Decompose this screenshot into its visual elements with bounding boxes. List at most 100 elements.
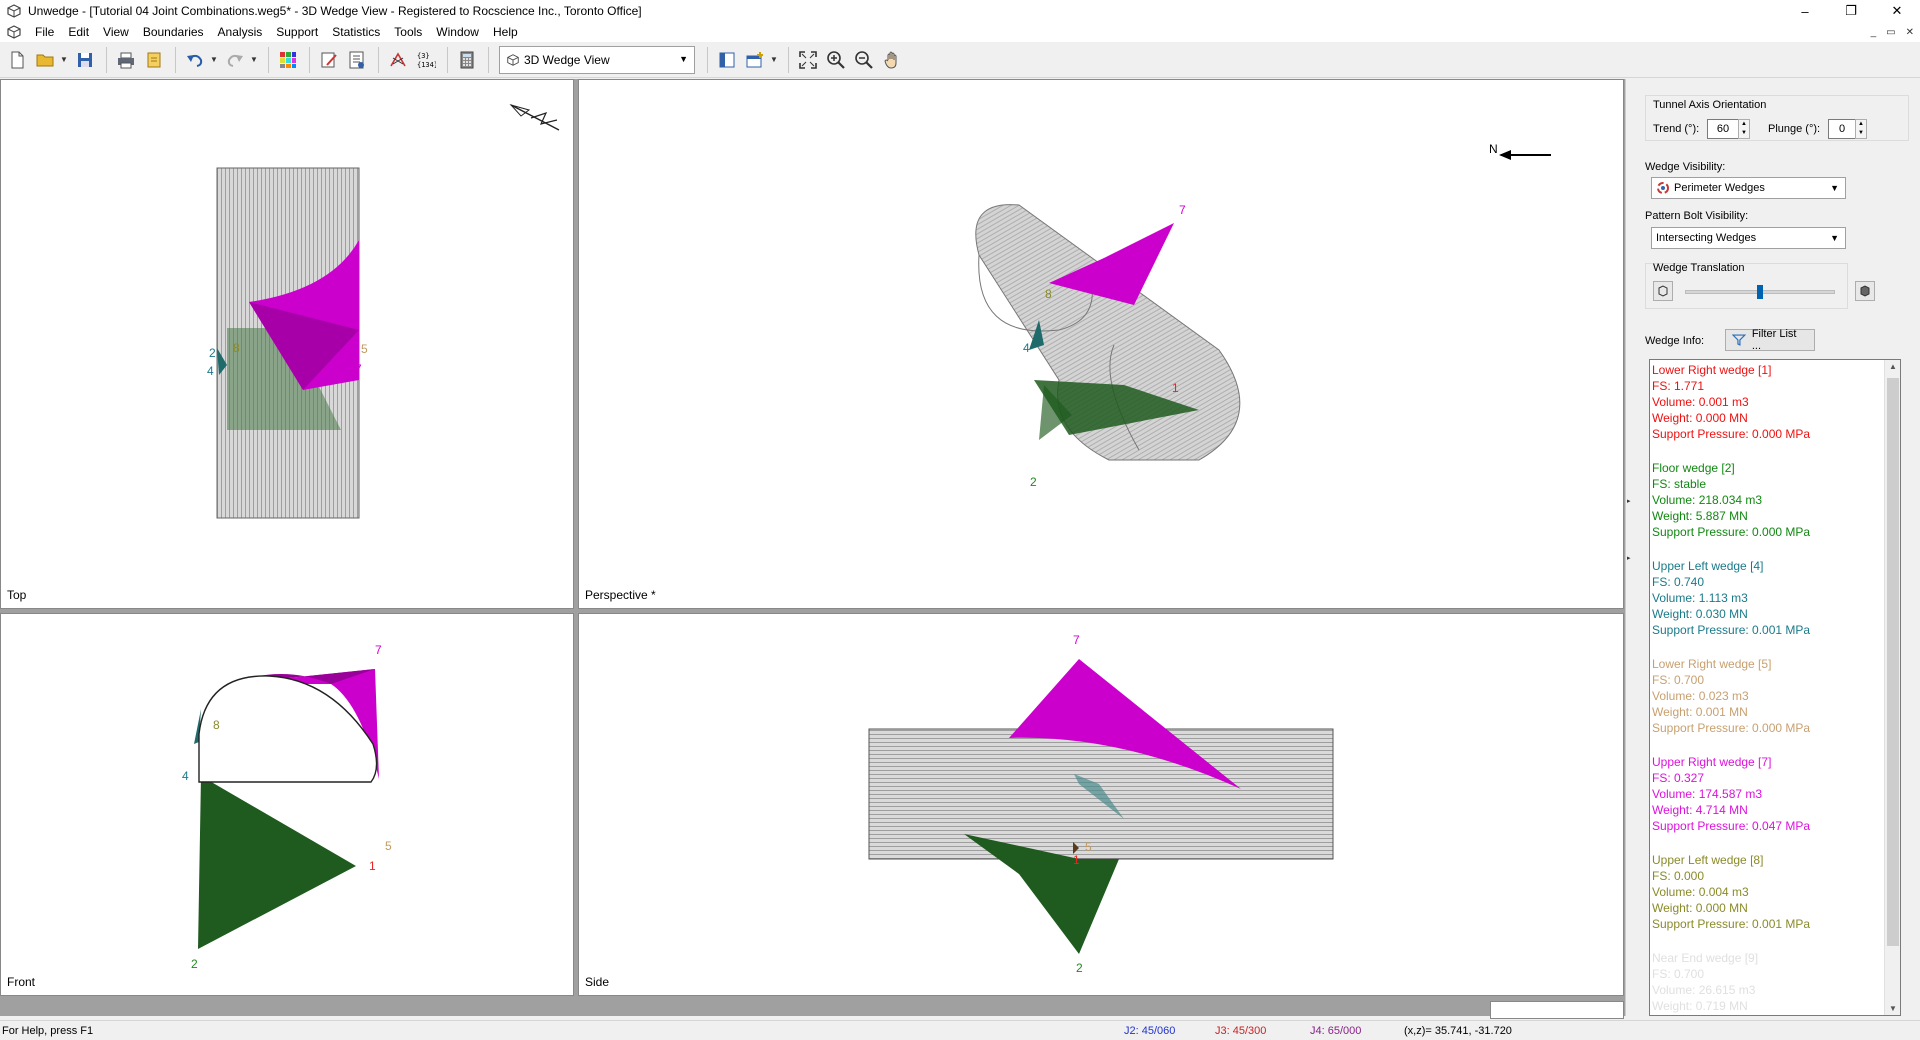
perspective-view-canvas: N 7 8 4 1 2 [975,142,1551,489]
top-viewport[interactable]: 2 4 8 5 7 Top [0,79,574,609]
menu-tools[interactable]: Tools [387,22,429,42]
wedge-info-scrollbar[interactable]: ▲ ▼ [1884,360,1900,1015]
wedge-visibility-label: Wedge Visibility: [1645,161,1726,173]
zoom-extents-icon [799,50,817,69]
scroll-down-icon[interactable]: ▼ [1889,1004,1897,1013]
perspective-viewport[interactable]: N 7 8 4 1 2 Perspective * [578,79,1624,609]
status-coordinates: (x,z)= 35.741, -31.720 [1404,1024,1512,1037]
wedge-info-line: FS: stable [1652,477,1707,491]
wedge-info-title: Lower Right wedge [1] [1652,363,1772,377]
redo-dropdown-arrow[interactable]: ▼ [250,55,258,64]
combinations-button[interactable] [385,47,411,73]
document-system-icon[interactable] [6,24,22,40]
wedge-info-line: Support Pressure: 0.005 MPa [1652,1014,1900,1015]
properties-button[interactable] [344,47,370,73]
wedge-info-title: Near End wedge [9] [1652,951,1759,965]
add-view-dropdown-arrow[interactable]: ▼ [770,55,778,64]
add-view-icon [746,51,763,67]
sidebar-splitter[interactable]: ▸ ▸ [1625,79,1633,1016]
zoom-extents-button[interactable] [795,47,821,73]
menu-analysis[interactable]: Analysis [211,22,270,42]
print-button[interactable] [113,47,139,73]
save-button[interactable] [72,47,98,73]
close-button[interactable]: ✕ [1874,0,1920,22]
wedge-info-line: Volume: 0.004 m3 [1652,885,1749,899]
trend-input[interactable]: 60 [1707,119,1739,139]
collapse-arrow-icon[interactable]: ▸ [1627,497,1631,505]
calculator-button[interactable] [454,47,480,73]
open-file-button[interactable] [32,47,58,73]
wedge-visibility-select[interactable]: Perimeter Wedges ▼ [1651,177,1846,199]
chevron-down-icon: ▼ [1830,233,1839,243]
menu-support[interactable]: Support [269,22,325,42]
mdi-restore-button[interactable]: ▭ [1886,27,1895,38]
chevron-down-icon: ▼ [1830,183,1839,193]
bolt-visibility-select[interactable]: Intersecting Wedges ▼ [1651,227,1846,249]
filter-list-button[interactable]: Filter List ... [1725,328,1815,352]
wedge-info-title: Lower Right wedge [5] [1652,657,1772,671]
view-type-select[interactable]: 3D Wedge View ▼ [499,45,695,74]
wedge-info-line: Volume: 0.023 m3 [1652,689,1749,703]
redo-button[interactable] [222,47,248,73]
zoom-in-button[interactable] [823,47,849,73]
perspective-view-label: Perspective * [585,588,656,602]
trend-spinner[interactable]: ▲ ▼ [1738,119,1750,139]
input-data-button[interactable] [316,47,342,73]
display-options-button[interactable] [275,47,301,73]
wedge-info-entry: Upper Left wedge [4] FS: 0.740 Volume: 1.1… [1650,558,1900,638]
horizontal-scroll-box[interactable] [1490,1001,1624,1019]
add-view-button[interactable] [742,47,768,73]
wedge-info-entry: Lower Right wedge [1] FS: 1.771 Volume: 0.… [1650,362,1900,442]
window-title: Unwedge - [Tutorial 04 Joint Combination… [28,4,642,18]
wedge-info-line: Volume: 218.034 m3 [1652,493,1763,507]
combination-count-button[interactable]: {3} {134} [413,47,439,73]
wedge-info-line: Weight: 4.714 MN [1652,803,1748,817]
menu-statistics[interactable]: Statistics [325,22,387,42]
wedge-info-line: Weight: 0.001 MN [1652,705,1748,719]
plunge-label: Plunge (°): [1768,123,1821,135]
minimize-button[interactable]: – [1782,0,1828,22]
menu-help[interactable]: Help [486,22,525,42]
mdi-controls: _ ▭ ✕ [1871,22,1914,42]
status-help-text: For Help, press F1 [2,1024,94,1037]
combo-count-icon: {3}{134} [417,52,436,69]
maximize-button[interactable]: ❐ [1828,0,1874,22]
side-viewport[interactable]: 7 5 1 2 Side [578,613,1624,996]
wedge-info-line: Weight: 0.030 MN [1652,607,1748,621]
menu-view[interactable]: View [96,22,136,42]
translation-slider-thumb[interactable] [1757,285,1763,299]
undo-button[interactable] [182,47,208,73]
wedge-info-list[interactable]: Lower Right wedge [1] FS: 1.771 Volume: 0.… [1649,359,1901,1016]
translation-explode-button[interactable] [1855,281,1875,301]
translation-reset-button[interactable] [1653,281,1673,301]
menu-file[interactable]: File [28,22,61,42]
plunge-spinner[interactable]: ▲ ▼ [1855,119,1867,139]
mdi-close-button[interactable]: ✕ [1906,27,1914,38]
side-view-label: Side [585,975,610,989]
front-viewport[interactable]: 7 8 4 5 1 2 Front [0,613,574,996]
wedge-info-line: Volume: 174.587 m3 [1652,787,1763,801]
menu-boundaries[interactable]: Boundaries [136,22,211,42]
filter-icon [1732,334,1746,346]
export-button[interactable] [141,47,167,73]
label-7-perspective: 7 [1179,203,1186,217]
zoom-out-button[interactable] [851,47,877,73]
top-view-label: Top [7,588,27,602]
status-bar: For Help, press F1 J2: 45/060 J3: 45/300… [0,1020,1920,1040]
wedge-info-line: FS: 0.000 [1652,869,1705,883]
menu-edit[interactable]: Edit [61,22,96,42]
svg-text:N: N [1489,142,1498,156]
expand-arrow-icon[interactable]: ▸ [1627,554,1631,562]
label-1-side: 1 [1073,853,1080,867]
front-view-label: Front [7,975,36,989]
plunge-input[interactable]: 0 [1828,119,1856,139]
scrollbar-thumb[interactable] [1887,378,1899,946]
scroll-up-icon[interactable]: ▲ [1889,362,1897,371]
mdi-minimize-button[interactable]: _ [1871,27,1877,38]
new-file-button[interactable] [4,47,30,73]
open-dropdown-arrow[interactable]: ▼ [60,55,68,64]
menu-window[interactable]: Window [429,22,486,42]
pan-button[interactable] [879,47,905,73]
sidebar-toggle-button[interactable] [714,47,740,73]
undo-dropdown-arrow[interactable]: ▼ [210,55,218,64]
